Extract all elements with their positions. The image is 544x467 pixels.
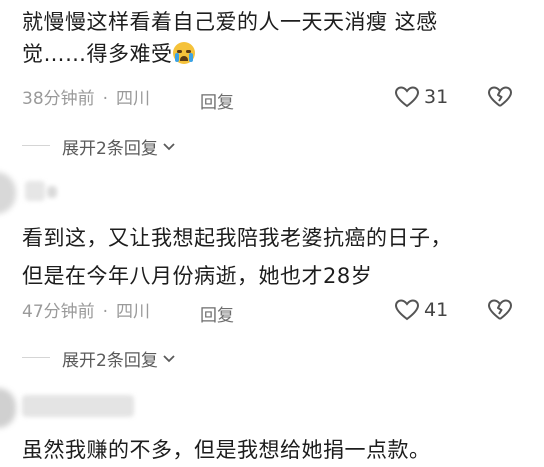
chevron-down-icon bbox=[163, 354, 175, 362]
comment-2-text: 看到这，又让我想起我陪我老婆抗癌的日子， 但是在今年八月份病逝，她也才28岁 bbox=[22, 222, 537, 292]
comment-1-expand-replies[interactable]: 展开2条回复 bbox=[62, 134, 176, 159]
comment-1-meta: 38分钟前 · 四川 bbox=[22, 89, 150, 109]
username-blurred bbox=[47, 186, 57, 198]
comment-1-like-count: 31 bbox=[424, 86, 449, 108]
crying-face-emoji-icon bbox=[172, 42, 195, 64]
comment-2-expand-replies[interactable]: 展开2条回复 bbox=[62, 346, 176, 371]
comment-1-line2: 觉……得多难受 bbox=[22, 38, 532, 70]
comment-2-line2: 但是在今年八月份病逝，她也才28岁 bbox=[22, 264, 373, 288]
heart-icon bbox=[394, 299, 420, 321]
comment-1-time: 38分钟前 bbox=[22, 89, 95, 109]
comment-1-text: 就慢慢这样看着自己爱的人一天天消瘦 这感 觉……得多难受 bbox=[22, 6, 532, 70]
comment-2-line1: 看到这，又让我想起我陪我老婆抗癌的日子， bbox=[22, 226, 452, 250]
comment-2-like-count: 41 bbox=[424, 299, 449, 321]
comment-1-like-button[interactable]: 31 bbox=[394, 85, 448, 109]
heart-icon bbox=[394, 86, 420, 108]
expand-replies-label: 展开2条回复 bbox=[62, 351, 158, 371]
meta-dot: · bbox=[102, 302, 109, 322]
comment-1-location: 四川 bbox=[116, 89, 151, 109]
comment-3-text: 虽然我赚的不多，但是我想给她捐一点款。 bbox=[22, 438, 431, 462]
comment-2-reply-button[interactable]: 回复 bbox=[200, 301, 234, 326]
avatar[interactable] bbox=[0, 388, 16, 428]
broken-heart-icon[interactable] bbox=[486, 84, 514, 110]
comment-1-line1: 就慢慢这样看着自己爱的人一天天消瘦 这感 bbox=[22, 10, 438, 34]
broken-heart-icon[interactable] bbox=[486, 297, 514, 323]
username-blurred[interactable] bbox=[25, 181, 45, 201]
comment-2-location: 四川 bbox=[116, 302, 151, 322]
comment-2-meta: 47分钟前 · 四川 bbox=[22, 302, 150, 322]
comment-1-reply-button[interactable]: 回复 bbox=[200, 88, 234, 113]
chevron-down-icon bbox=[163, 142, 175, 150]
comment-2-time: 47分钟前 bbox=[22, 302, 95, 322]
avatar[interactable] bbox=[0, 172, 16, 214]
username-blurred[interactable] bbox=[22, 395, 134, 417]
comment-2-like-button[interactable]: 41 bbox=[394, 298, 448, 322]
expand-divider bbox=[22, 357, 50, 358]
expand-divider bbox=[22, 145, 50, 146]
meta-dot: · bbox=[102, 89, 109, 109]
expand-replies-label: 展开2条回复 bbox=[62, 139, 158, 159]
